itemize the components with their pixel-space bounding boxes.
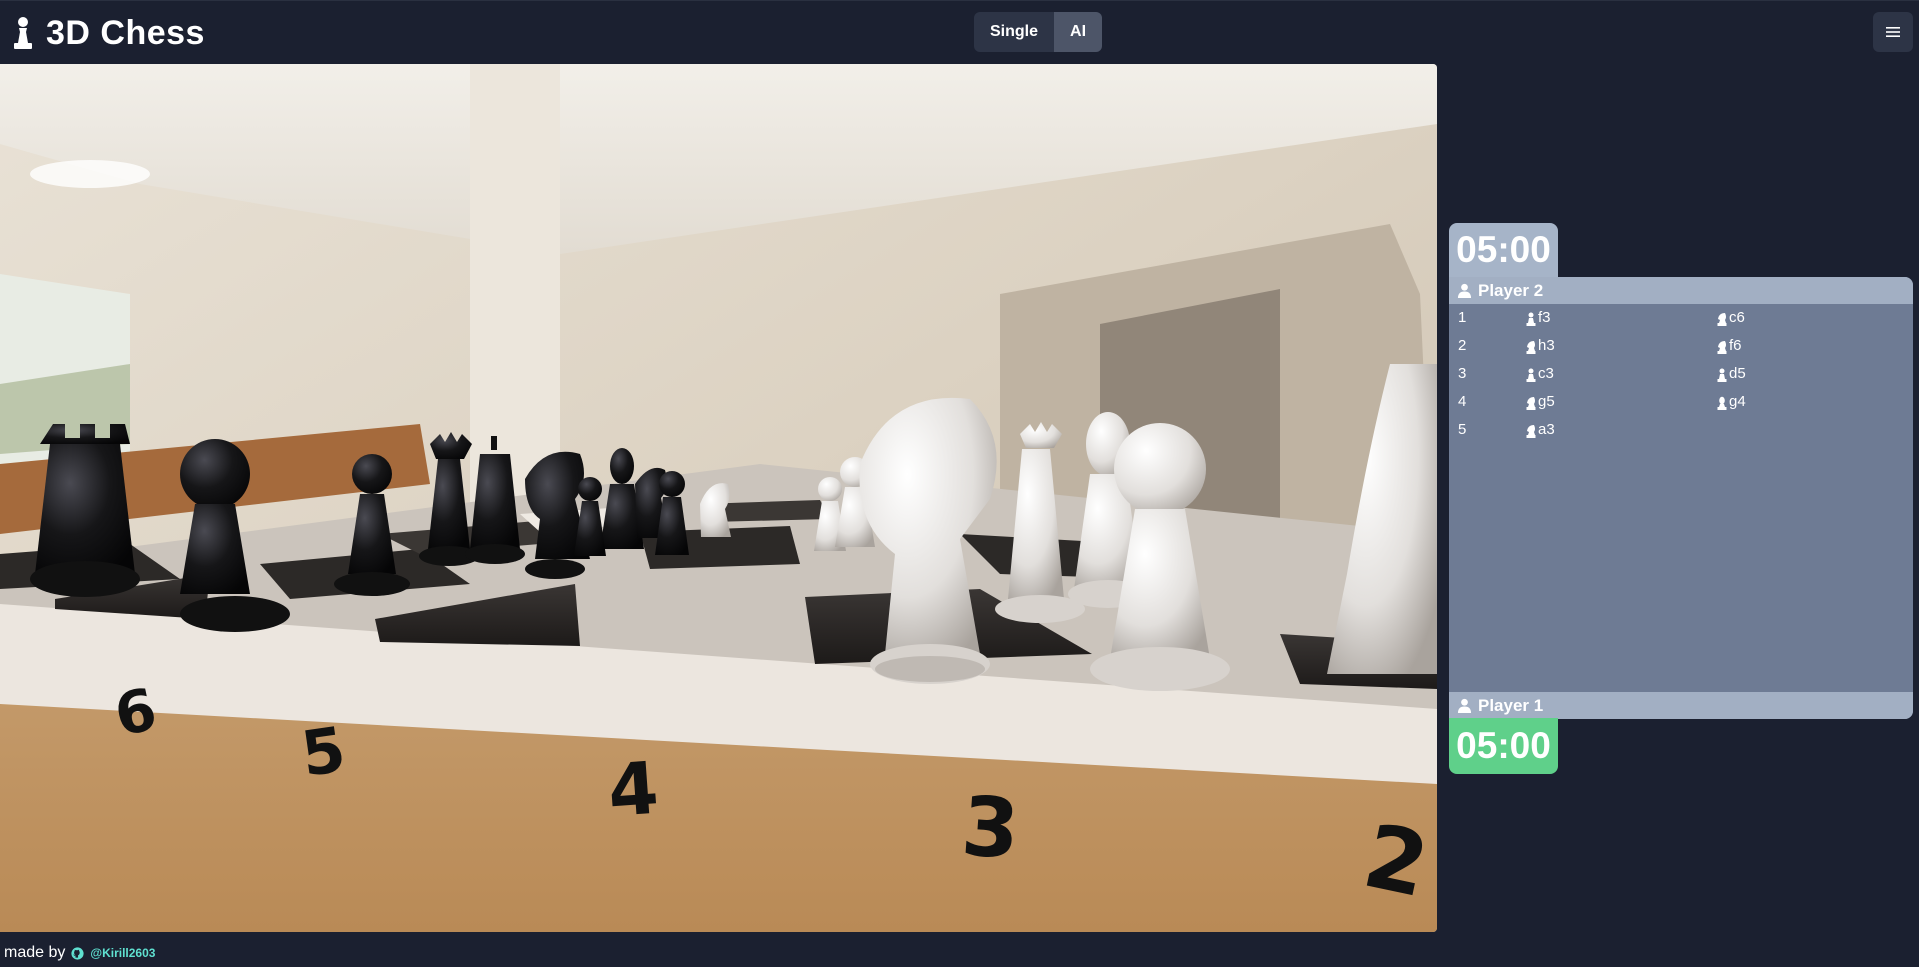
moves-panel: Player 2 1 f3 c6 2 h3 f6 3 c3 d5 4 g5 g4… — [1449, 277, 1913, 719]
move-row: 3 c3 d5 — [1449, 360, 1913, 388]
white-move[interactable]: f3 — [1525, 309, 1551, 326]
move-number: 4 — [1458, 393, 1467, 410]
player2-bar: Player 2 — [1449, 277, 1913, 304]
bishop-icon — [1717, 396, 1727, 410]
github-link[interactable]: @Kirill2603 — [90, 946, 155, 960]
move-number: 2 — [1458, 337, 1467, 354]
brand[interactable]: 3D Chess — [12, 11, 205, 55]
black-move[interactable]: c6 — [1716, 309, 1745, 326]
mode-single-button[interactable]: Single — [974, 12, 1055, 52]
black-move[interactable]: d5 — [1716, 365, 1746, 382]
knight-icon — [1526, 341, 1536, 354]
pawn-icon — [1717, 368, 1727, 382]
move-row: 1 f3 c6 — [1449, 304, 1913, 332]
knight-icon — [1717, 313, 1727, 326]
move-row: 4 g5 g4 — [1449, 388, 1913, 416]
black-move[interactable]: g4 — [1716, 393, 1746, 410]
black-move[interactable]: f6 — [1716, 337, 1742, 354]
white-move[interactable]: c3 — [1525, 365, 1554, 382]
menu-button[interactable] — [1873, 12, 1913, 52]
github-icon — [71, 946, 84, 960]
user-icon — [1457, 283, 1472, 298]
player1-name: Player 1 — [1478, 695, 1544, 715]
player2-name: Player 2 — [1478, 280, 1544, 300]
player2-clock: 05:00 — [1449, 223, 1558, 277]
black-rook — [40, 424, 130, 444]
mode-ai-button[interactable]: AI — [1054, 12, 1103, 52]
player1-bar: Player 1 — [1449, 692, 1913, 719]
made-by-text: made by — [4, 944, 66, 961]
knight-icon — [1717, 341, 1727, 354]
rank-label-3: 3 — [959, 779, 1023, 878]
rank-label-4: 4 — [605, 746, 661, 833]
white-move[interactable]: h3 — [1525, 337, 1555, 354]
player1-clock: 05:00 — [1449, 718, 1558, 774]
chess-board-canvas[interactable]: 6 5 4 3 2 — [0, 64, 1437, 932]
mode-toggle: Single AI — [974, 12, 1103, 52]
app-title: 3D Chess — [46, 13, 205, 52]
knight-icon — [1526, 397, 1536, 410]
move-number: 3 — [1458, 365, 1467, 382]
ceiling-light — [30, 160, 150, 188]
white-move[interactable]: a3 — [1525, 421, 1555, 438]
pawn-icon — [1526, 368, 1536, 382]
pawn-icon — [14, 17, 32, 49]
user-icon — [1457, 698, 1472, 713]
knight-icon — [1526, 425, 1536, 438]
move-row: 2 h3 f6 — [1449, 332, 1913, 360]
move-number: 5 — [1458, 421, 1467, 438]
white-move[interactable]: g5 — [1525, 393, 1555, 410]
hamburger-menu-icon — [1886, 27, 1900, 37]
move-number: 1 — [1458, 309, 1467, 326]
move-row: 5 a3 — [1449, 416, 1913, 444]
top-bar: 3D Chess Single AI — [0, 0, 1919, 64]
footer: made by @Kirill2603 — [4, 942, 155, 964]
pawn-icon — [1526, 312, 1536, 326]
move-list: 1 f3 c6 2 h3 f6 3 c3 d5 4 g5 g4 5 a3 — [1449, 304, 1913, 444]
